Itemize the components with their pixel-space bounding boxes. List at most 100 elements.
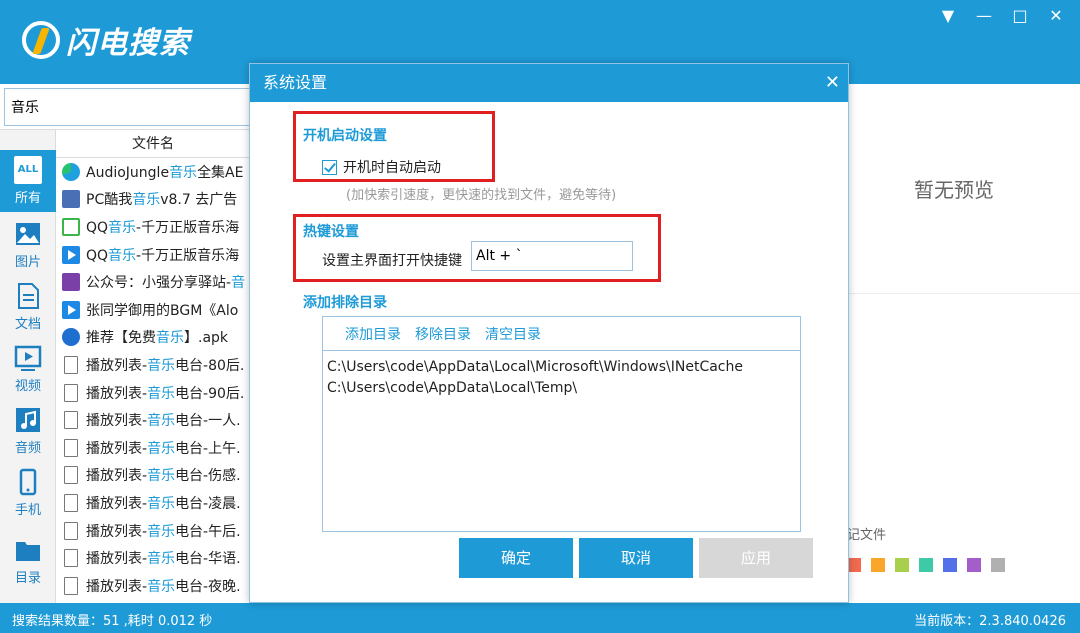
autostart-checkbox[interactable]	[322, 159, 337, 175]
no-preview-text: 暂无预览	[914, 178, 994, 202]
dialog-close-icon[interactable]: ✕	[825, 64, 840, 102]
file-name-part: PC酷我	[86, 192, 133, 209]
file-icon	[64, 576, 78, 595]
minimize-icon[interactable]: —	[976, 6, 992, 25]
file-name-part: 电台-90后.	[175, 385, 245, 402]
file-row[interactable]: 张同学御用的BGM《Alo	[56, 296, 250, 324]
app-title: 闪电搜索	[66, 26, 190, 61]
file-name-highlight: 音乐	[169, 164, 198, 181]
file-name-part: 电台-伤感.	[175, 468, 241, 485]
file-row[interactable]: 播放列表-音乐电台-80后.	[56, 351, 250, 379]
filename-column-header[interactable]: 文件名	[56, 130, 250, 158]
file-name: 播放列表-音乐电台-一人.	[86, 410, 241, 430]
version-status: 当前版本：2.3.840.0426	[914, 614, 1066, 629]
color-tag-swatch[interactable]	[871, 558, 885, 572]
color-tag-swatch[interactable]	[967, 558, 981, 572]
zip-icon	[62, 190, 80, 209]
file-name-highlight: 音乐	[108, 219, 137, 236]
file-name-highlight: 音乐	[147, 385, 176, 402]
lightning-logo-icon	[22, 21, 60, 59]
file-name-part: 张同学御用的BGM《Alo	[86, 302, 239, 319]
color-tag-swatch[interactable]	[919, 558, 933, 572]
maximize-icon[interactable]: □	[1012, 6, 1028, 25]
menu-dropdown-icon[interactable]: ▼	[940, 6, 956, 25]
apply-button[interactable]: 应用	[699, 538, 813, 578]
add-dir-link[interactable]: 添加目录	[345, 324, 401, 344]
file-name-part: -千万正版音乐海	[136, 247, 240, 264]
file-name-part: 播放列表-	[86, 523, 148, 540]
file-name-part: 播放列表-	[86, 413, 148, 430]
file-row[interactable]: 播放列表-音乐电台-凌晨.	[56, 489, 250, 517]
file-row[interactable]: 播放列表-音乐电台-上午.	[56, 434, 250, 462]
color-tag-swatch[interactable]	[943, 558, 957, 572]
file-row[interactable]: 播放列表-音乐电台-午后.	[56, 517, 250, 545]
autostart-label[interactable]: 开机时自动启动	[343, 157, 441, 177]
file-row[interactable]: 播放列表-音乐电台-华语.	[56, 544, 250, 572]
file-row[interactable]: PC酷我音乐v8.7 去广告	[56, 186, 250, 214]
phone-icon	[19, 468, 37, 496]
hotkey-label: 设置主界面打开快捷键	[322, 253, 462, 269]
category-label: 手机	[14, 503, 41, 518]
color-tag-swatch[interactable]	[847, 558, 861, 572]
file-name: 张同学御用的BGM《Alo	[86, 300, 238, 320]
category-video[interactable]: 视频	[0, 338, 56, 400]
app-logo: 闪电搜索	[22, 18, 190, 62]
file-icon	[64, 493, 78, 512]
color-tag-swatch[interactable]	[895, 558, 909, 572]
file-name-part: 播放列表-	[86, 468, 148, 485]
file-name: 播放列表-音乐电台-午后.	[86, 521, 241, 541]
search-input[interactable]	[4, 88, 250, 126]
file-row[interactable]: QQ音乐-千万正版音乐海	[56, 241, 250, 269]
exclude-path-item[interactable]: C:\Users\code\AppData\Local\Microsoft\Wi…	[327, 357, 796, 378]
file-row[interactable]: AudioJungle音乐全集AE	[56, 158, 250, 186]
file-name-part: 电台-华语.	[175, 551, 241, 568]
file-row[interactable]: 播放列表-音乐电台-一人.	[56, 406, 250, 434]
file-row[interactable]: 播放列表-音乐电台-伤感.	[56, 462, 250, 490]
file-icon	[64, 438, 78, 457]
ok-button[interactable]: 确定	[459, 538, 573, 578]
file-name-highlight: 音	[231, 275, 246, 292]
file-name-highlight: 音乐	[147, 523, 176, 540]
category-label: 视频	[14, 379, 41, 394]
audio-icon	[16, 408, 40, 432]
file-name-highlight: 音乐	[147, 495, 176, 512]
close-icon[interactable]: ✕	[1048, 6, 1064, 25]
category-audio[interactable]: 音频	[0, 400, 56, 462]
color-tag-swatch[interactable]	[991, 558, 1005, 572]
file-name: 播放列表-音乐电台-凌晨.	[86, 493, 241, 513]
file-name: 播放列表-音乐电台-伤感.	[86, 465, 241, 485]
file-row[interactable]: 推荐【免费音乐】.apk	[56, 324, 250, 352]
remove-dir-link[interactable]: 移除目录	[415, 324, 471, 344]
category-image[interactable]: 图片	[0, 214, 56, 276]
file-row[interactable]: 播放列表-音乐电台-90后.	[56, 379, 250, 407]
file-name-highlight: 音乐	[156, 330, 184, 347]
file-row[interactable]: QQ音乐-千万正版音乐海	[56, 213, 250, 241]
file-name-part: 播放列表-	[86, 385, 148, 402]
hotkey-input[interactable]	[471, 241, 633, 271]
file-name-highlight: 音乐	[147, 413, 176, 430]
category-all[interactable]: ALL 所有	[0, 150, 56, 212]
exclude-toolbar: 添加目录 移除目录 清空目录	[323, 317, 800, 351]
folder-icon	[16, 542, 40, 561]
exclude-path-item[interactable]: C:\Users\code\AppData\Local\Temp\	[327, 378, 796, 399]
category-sidebar: ALL 所有 图片 文档 视频 音频 手机 目录	[0, 130, 56, 603]
file-name-part: 电台-80后.	[175, 357, 245, 374]
file-name-highlight: 音乐	[147, 468, 176, 485]
category-folder[interactable]: 目录	[0, 530, 56, 592]
file-name: 播放列表-音乐电台-90后.	[86, 383, 244, 403]
clear-dir-link[interactable]: 清空目录	[485, 324, 541, 344]
cancel-button[interactable]: 取消	[579, 538, 693, 578]
category-document[interactable]: 文档	[0, 276, 56, 338]
play-icon	[62, 245, 80, 264]
file-name-part: 电台-夜晚.	[175, 578, 241, 595]
category-phone[interactable]: 手机	[0, 462, 56, 524]
autostart-checkbox-row[interactable]: 开机时自动启动	[322, 157, 441, 177]
file-row[interactable]: 播放列表-音乐电台-夜晚.	[56, 572, 250, 600]
file-name-part: 电台-一人.	[175, 413, 241, 430]
category-label: 音频	[14, 441, 41, 456]
file-icon	[64, 549, 78, 568]
file-row[interactable]: 公众号：小强分享驿站-音	[56, 268, 250, 296]
file-name-part: AudioJungle	[86, 164, 170, 181]
qq-file-icon	[62, 217, 80, 236]
file-icon	[64, 383, 78, 402]
